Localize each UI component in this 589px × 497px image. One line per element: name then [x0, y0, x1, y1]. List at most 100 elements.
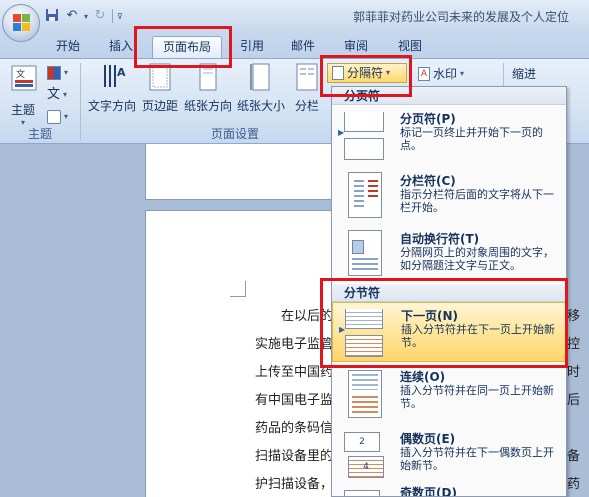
tab-review[interactable]: 审阅: [338, 36, 374, 58]
svg-text:A: A: [117, 66, 126, 79]
menu-item-continuous[interactable]: 连续(O) 插入分节符并在同一页上开始新节。: [332, 364, 566, 426]
title-bar: ↶ ▾ ↻ ⊽ 郭菲菲对药业公司未来的发展及个人定位: [0, 0, 589, 30]
theme-fonts-label: 文: [47, 87, 61, 102]
menu-item-desc: 分隔网页上的对象周围的文字，如分隔题注文字与正文。: [400, 246, 554, 272]
watermark-label: 水印: [433, 67, 458, 81]
orientation-icon: [196, 63, 220, 91]
doc-line: 有中国电子监: [255, 393, 334, 408]
text-direction-button[interactable]: A 文字方向: [88, 63, 136, 114]
page-break-icon: [344, 112, 384, 160]
continuous-break-icon: [344, 370, 384, 418]
menu-item-title: 分栏符(C): [400, 174, 456, 188]
page-size-label: 纸张大小: [236, 99, 285, 113]
doc-line: 实施电子监管: [255, 337, 334, 352]
customize-toolbar-icon[interactable]: ⊽: [117, 12, 123, 21]
indent-label: 缩进: [512, 67, 537, 81]
watermark-icon: A: [418, 67, 430, 81]
breaks-dropdown-menu: 分页符 ▶ 分页符(P) 标记一页终止并开始下一页的点。 分栏符(C) 指示分栏…: [331, 86, 567, 497]
menu-item-title: 奇数页(D): [400, 486, 457, 497]
doc-line-edge: 药: [567, 477, 581, 492]
doc-line-edge: 备: [567, 449, 581, 464]
tab-view[interactable]: 视图: [392, 36, 428, 58]
breaks-button[interactable]: 分隔符 ▾: [327, 63, 407, 83]
page-size-button[interactable]: 纸张大小: [236, 63, 286, 114]
doc-line: 在以后的: [281, 309, 334, 324]
menu-item-text-wrapping-break[interactable]: 自动换行符(T) 分隔网页上的对象周围的文字，如分隔题注文字与正文。: [332, 226, 566, 282]
page-breaks-header: 分页符: [332, 87, 566, 105]
menu-item-page-break[interactable]: ▶ 分页符(P) 标记一页终止并开始下一页的点。: [332, 106, 566, 168]
theme-colors-button[interactable]: ▾: [47, 63, 68, 83]
menu-item-title: 自动换行符(T): [400, 232, 480, 246]
save-icon[interactable]: [44, 8, 60, 24]
doc-line-edge: 后: [567, 393, 581, 408]
themes-button[interactable]: 文 主题 ▾: [6, 65, 40, 127]
menu-item-column-break[interactable]: 分栏符(C) 指示分栏符后面的文字将从下一栏开始。: [332, 168, 566, 226]
menu-item-desc: 插入分节符并在下一偶数页上开始新节。: [400, 446, 554, 472]
column-break-icon: [344, 172, 384, 220]
doc-line: 上传至中国药: [255, 365, 334, 380]
columns-button[interactable]: 分栏: [289, 63, 325, 114]
tab-insert[interactable]: 插入: [103, 36, 139, 58]
tab-references[interactable]: 引用: [234, 36, 270, 58]
margins-icon: [148, 63, 172, 91]
chevron-down-icon: ▾: [64, 112, 69, 121]
section-breaks-header: 分节符: [332, 284, 566, 302]
group-divider: [80, 63, 81, 141]
odd-page-break-icon: [344, 490, 384, 496]
office-button[interactable]: [2, 4, 40, 42]
chevron-down-icon: ▾: [386, 68, 391, 77]
svg-text:文: 文: [16, 68, 25, 80]
chevron-down-icon: ▾: [460, 69, 465, 78]
redo-icon[interactable]: ↻: [92, 8, 108, 24]
breaks-icon: [332, 66, 344, 80]
columns-icon: [295, 63, 319, 91]
doc-line: 扫描设备里的: [255, 449, 334, 464]
menu-item-title: 连续(O): [400, 370, 446, 384]
tab-page-layout[interactable]: 页面布局: [152, 36, 222, 58]
page-setup-group-label: 页面设置: [210, 127, 259, 141]
text-direction-icon: A: [100, 63, 126, 89]
undo-icon[interactable]: ↶: [64, 8, 80, 24]
chevron-down-icon: ▾: [64, 68, 69, 77]
watermark-button[interactable]: A 水印 ▾: [418, 64, 464, 84]
toolbar-divider: [112, 9, 114, 23]
doc-line: 药品的条码信: [255, 421, 334, 436]
themes-group-label: 主题: [27, 127, 52, 141]
text-direction-label: 文字方向: [88, 99, 137, 113]
color-palette-icon: [47, 66, 61, 80]
orientation-button[interactable]: 纸张方向: [183, 63, 233, 114]
menu-item-next-page[interactable]: ▶ 下一页(N) 插入分节符并在下一页上开始新节。: [332, 302, 566, 362]
office-logo-icon: [13, 14, 31, 32]
menu-item-odd-page[interactable]: 奇数页(D): [332, 484, 566, 497]
text-wrapping-break-icon: [344, 230, 384, 278]
margin-corner-mark: [230, 281, 246, 297]
themes-label: 主题: [10, 103, 35, 117]
page-size-icon: [249, 63, 273, 91]
quick-access-toolbar: ↶ ▾ ↻ ⊽: [44, 8, 123, 24]
margins-button[interactable]: 页边距: [140, 63, 180, 114]
margins-label: 页边距: [141, 99, 178, 113]
tab-mailings[interactable]: 邮件: [285, 36, 321, 58]
menu-item-desc: 插入分节符并在同一页上开始新节。: [400, 384, 554, 410]
doc-line: 护扫描设备，: [255, 477, 334, 492]
menu-item-title: 下一页(N): [401, 309, 459, 323]
menu-item-desc: 指示分栏符后面的文字将从下一栏开始。: [400, 188, 554, 214]
columns-label: 分栏: [294, 99, 319, 113]
menu-item-even-page[interactable]: 2 4 偶数页(E) 插入分节符并在下一偶数页上开始新节。: [332, 426, 566, 484]
tab-home[interactable]: 开始: [50, 36, 86, 58]
doc-line-edge: 控: [567, 337, 581, 352]
document-title: 郭菲菲对药业公司未来的发展及个人定位: [352, 10, 569, 24]
doc-line-edge: 移: [567, 309, 581, 324]
doc-line-edge: 时: [567, 365, 581, 380]
themes-icon: 文: [11, 65, 37, 91]
theme-effects-button[interactable]: ▾: [47, 107, 68, 127]
menu-item-title: 偶数页(E): [400, 432, 456, 446]
even-page-break-icon: 2 4: [344, 432, 384, 480]
theme-effects-icon: [47, 110, 61, 124]
undo-dropdown-icon[interactable]: ▾: [84, 12, 88, 21]
chevron-down-icon: ▾: [63, 90, 68, 99]
next-page-break-icon: [345, 309, 385, 357]
menu-item-desc: 标记一页终止并开始下一页的点。: [400, 126, 543, 152]
theme-fonts-button[interactable]: 文 ▾: [47, 85, 67, 105]
ribbon-tabs: 开始 插入 页面布局 引用 邮件 审阅 视图: [0, 30, 589, 58]
